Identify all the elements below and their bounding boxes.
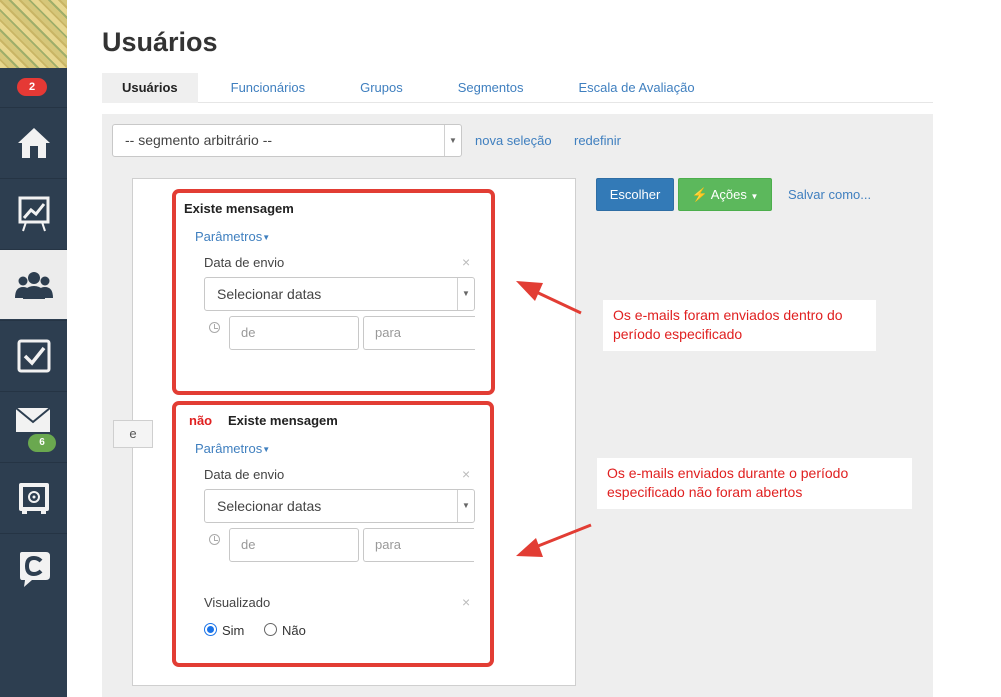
arrow-icon [516, 523, 592, 557]
annotation-arrows [516, 281, 592, 557]
arrow-icon [516, 281, 582, 315]
